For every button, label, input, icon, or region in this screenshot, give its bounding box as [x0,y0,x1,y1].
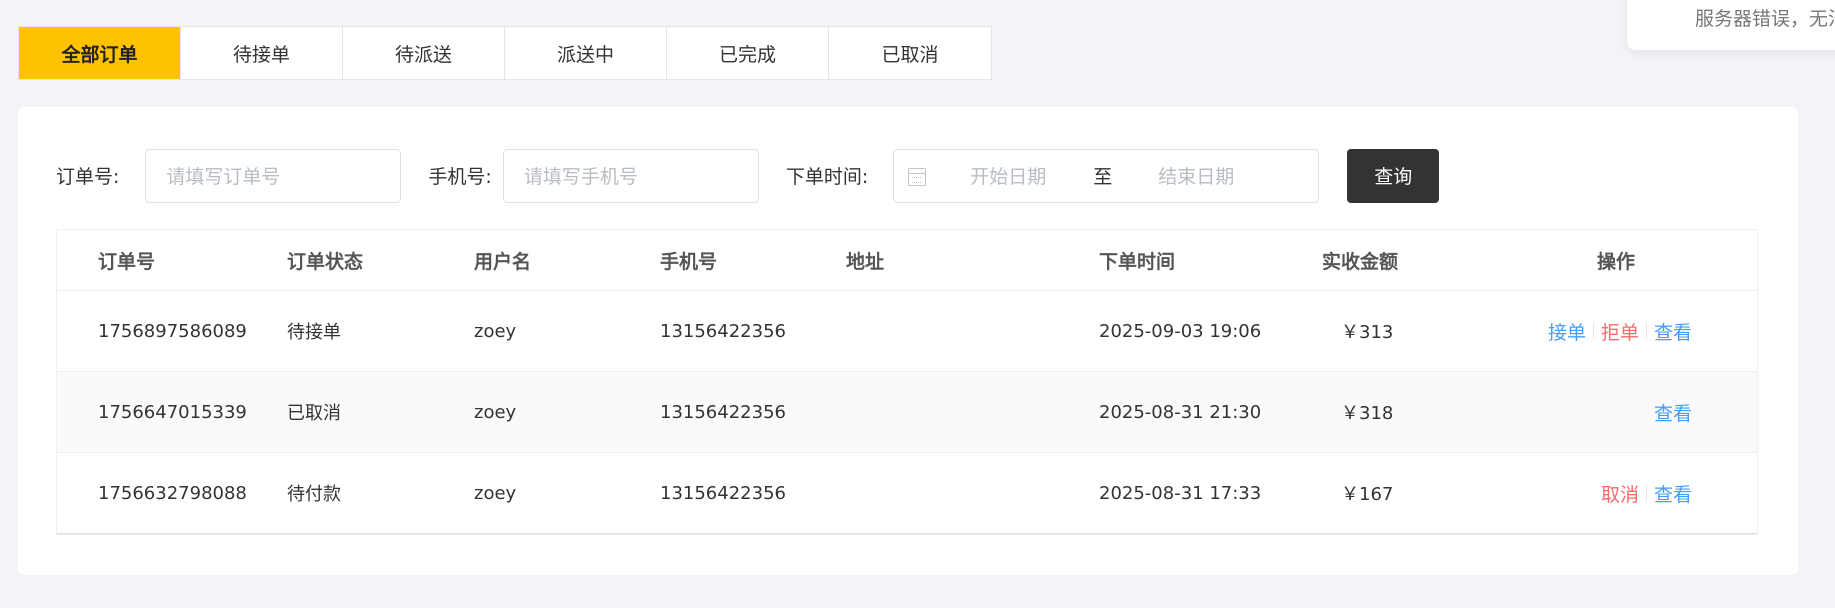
date-range-picker[interactable]: 开始日期 至 结束日期 [893,148,1320,203]
view-order-link[interactable]: 查看 [1647,480,1699,507]
table-row: 1756647015339 已取消 zoey 13156422356 2025-… [57,372,1757,453]
error-toast: 服务器错误，无法 [1627,0,1835,50]
order-number-input[interactable]: 请填写订单号 [145,148,402,203]
view-order-link[interactable]: 查看 [1647,399,1699,426]
header-username: 用户名 [474,250,532,273]
query-button[interactable]: 查询 [1347,148,1440,203]
header-order-time: 下单时间 [1099,250,1176,273]
order-status: 待付款 [287,484,341,505]
table-row: 1756897586089 待接单 zoey 13156422356 2025-… [57,291,1757,372]
order-time: 2025-09-03 19:06 [1099,320,1262,342]
table-header: 订单号 订单状态 用户名 手机号 地址 下单时间 实收金额 操作 [57,230,1757,291]
order-number-label: 订单号: [56,166,120,188]
tab-delivering[interactable]: 派送中 [505,27,667,79]
header-order-number: 订单号 [98,250,156,273]
amount: ￥318 [1341,403,1394,424]
orders-card: 订单号: 请填写订单号 手机号: 请填写手机号 下单时间: 开始日期 至 结束日… [18,107,1798,575]
phone-input[interactable]: 请填写手机号 [502,148,759,203]
header-amount: 实收金额 [1322,250,1399,273]
order-status: 已取消 [287,403,341,424]
order-time: 2025-08-31 21:30 [1099,401,1262,423]
tab-completed[interactable]: 已完成 [667,27,829,79]
header-actions: 操作 [1597,250,1636,273]
tab-all-orders[interactable]: 全部订单 [19,27,181,79]
orders-table: 订单号 订单状态 用户名 手机号 地址 下单时间 实收金额 操作 1756897… [56,229,1758,535]
order-number: 1756897586089 [98,320,247,342]
calendar-icon [908,167,927,186]
view-order-link[interactable]: 查看 [1647,318,1699,345]
row-actions: 接单 拒单 查看 [1541,291,1699,371]
username: zoey [474,320,517,342]
tab-pending-dispatch[interactable]: 待派送 [343,27,505,79]
row-actions: 查看 [1647,372,1699,452]
order-number: 1756632798088 [98,482,247,504]
header-phone: 手机号 [660,250,718,273]
cancel-order-link[interactable]: 取消 [1594,480,1646,507]
phone: 13156422356 [660,482,786,504]
order-status: 待接单 [287,322,341,343]
phone: 13156422356 [660,320,786,342]
amount: ￥313 [1341,322,1394,343]
reject-order-link[interactable]: 拒单 [1594,318,1646,345]
accept-order-link[interactable]: 接单 [1541,318,1593,345]
header-address: 地址 [846,250,885,273]
order-time: 2025-08-31 17:33 [1099,482,1262,504]
start-date-input[interactable]: 开始日期 [970,162,1046,189]
end-date-input[interactable]: 结束日期 [1158,162,1234,189]
row-actions: 取消 查看 [1594,453,1699,533]
username: zoey [474,401,517,423]
table-row: 1756632798088 待付款 zoey 13156422356 2025-… [57,453,1757,534]
order-time-label: 下单时间: [785,166,869,188]
phone-label: 手机号: [428,166,492,188]
tab-pending-accept[interactable]: 待接单 [181,27,343,79]
date-range-separator: 至 [1093,166,1113,188]
order-status-tabs: 全部订单 待接单 待派送 派送中 已完成 已取消 [18,26,992,80]
header-order-status: 订单状态 [287,250,364,273]
username: zoey [474,482,517,504]
amount: ￥167 [1341,484,1394,505]
phone: 13156422356 [660,401,786,423]
tab-cancelled[interactable]: 已取消 [829,27,991,79]
filter-bar: 订单号: 请填写订单号 手机号: 请填写手机号 下单时间: 开始日期 至 结束日… [56,148,1440,203]
order-number: 1756647015339 [98,401,247,423]
